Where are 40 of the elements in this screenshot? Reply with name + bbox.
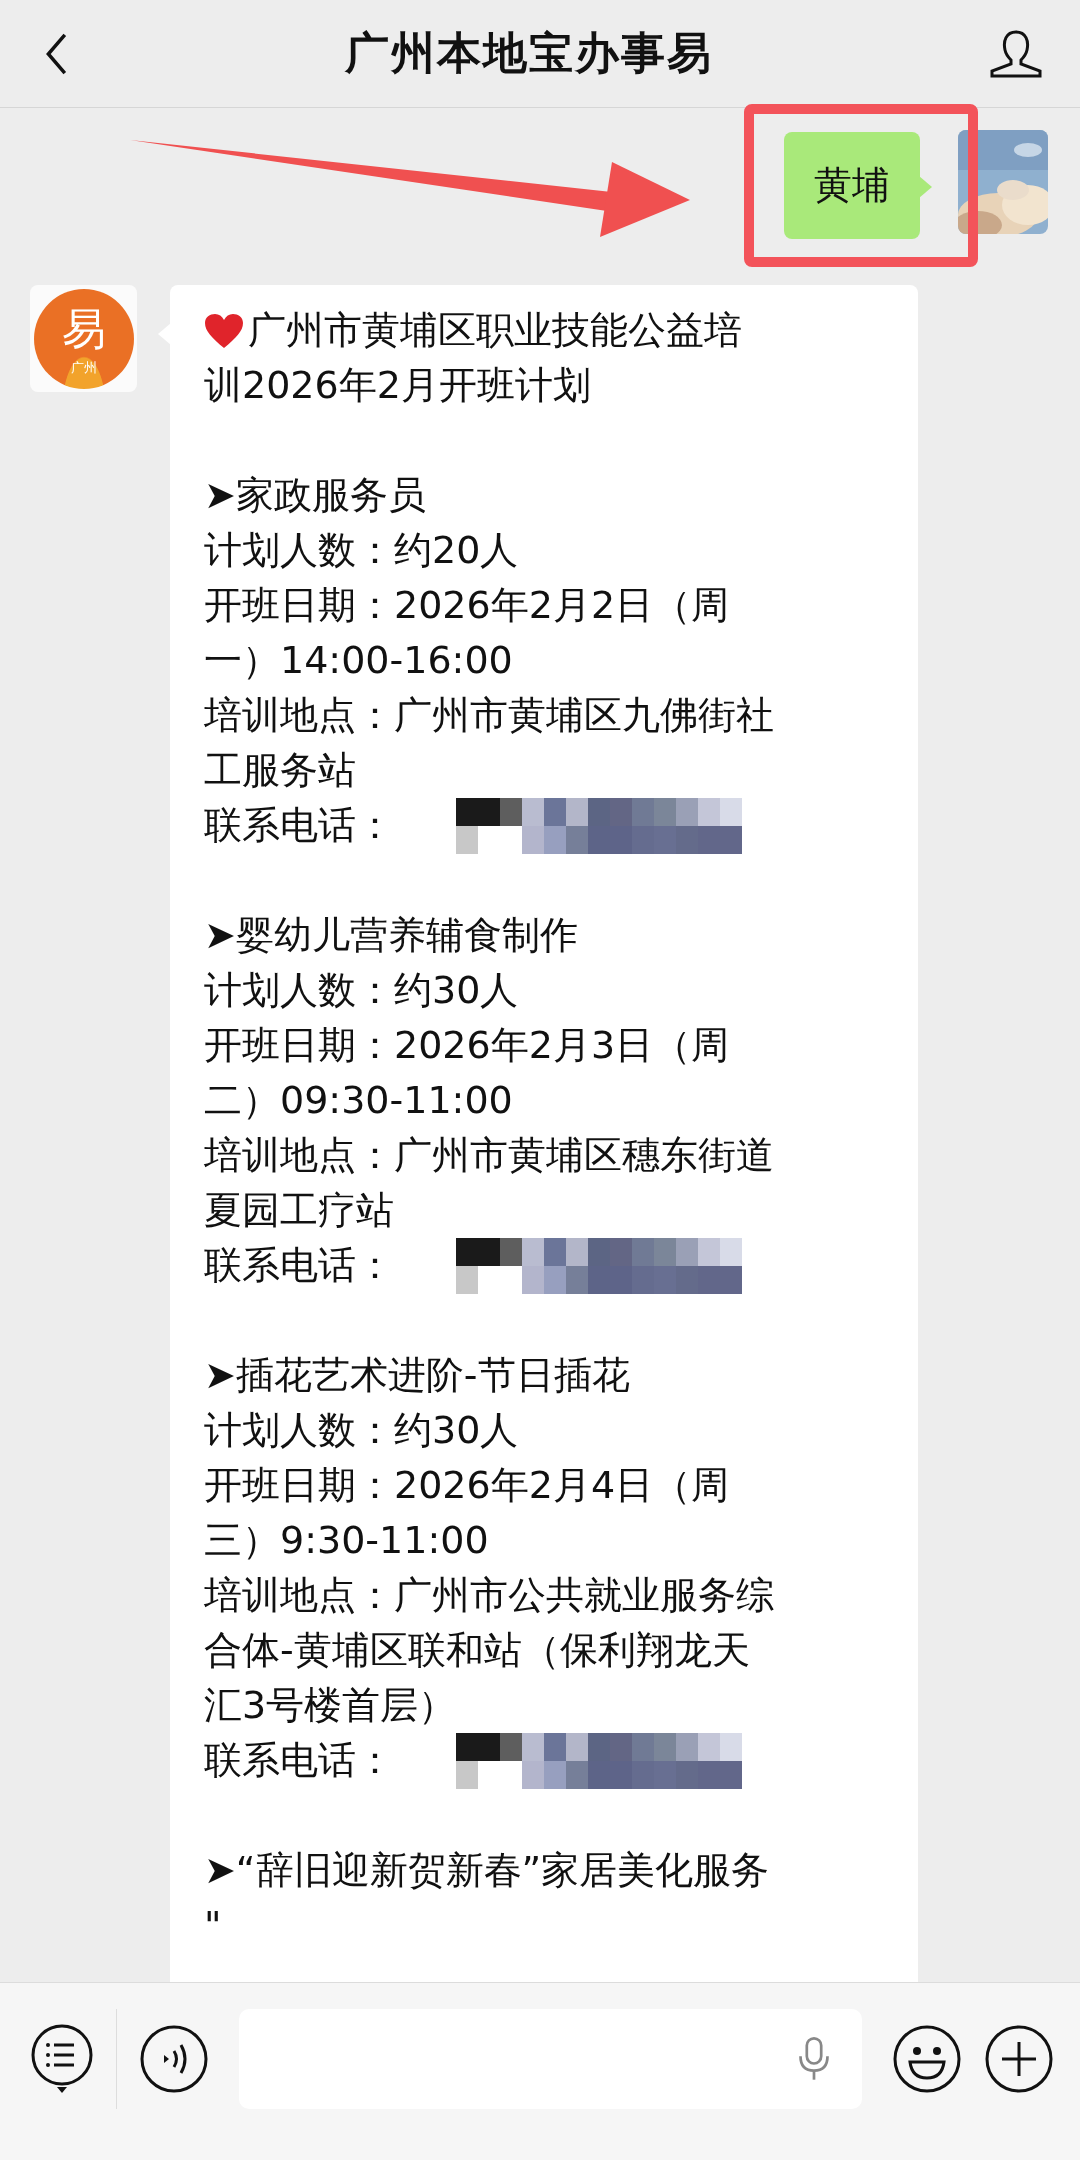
message-text: 联系电话： [204,1737,394,1784]
message-text: 培训地点：广州市公共就业服务综 [204,1572,774,1619]
logo-glyph: 易 [61,306,106,351]
message-text: 开班日期：2026年2月4日（周 [204,1462,730,1509]
message-text: " [204,1902,222,1949]
message-text: ➤插花艺术进阶-节日插花 [204,1352,630,1399]
message-text: 开班日期：2026年2月3日（周 [204,1022,730,1069]
account-avatar[interactable]: 易 广州 [30,285,137,392]
message-text: 联系电话： [204,1242,394,1289]
menu-icon[interactable] [30,2022,94,2095]
message-text: 汇3号楼首层） [204,1682,457,1729]
message-input[interactable] [239,2008,862,2109]
message-text: 三）9:30-11:00 [204,1517,489,1564]
message-text: ➤婴幼儿营养辅食制作 [204,912,578,959]
message-text: 计划人数：约30人 [204,967,519,1014]
heart-icon [204,312,244,349]
voice-icon[interactable] [139,2023,209,2094]
message-text: 二）09:30-11:00 [204,1077,513,1124]
logo-caption: 广州 [70,358,97,377]
message-text: 联系电话： [204,802,394,849]
message-text: 培训地点：广州市黄埔区穗东街道 [204,1132,774,1179]
message-bubble: 黄埔 [784,132,920,239]
microphone-icon[interactable] [796,2035,832,2082]
message-text: 训2026年2月开班计划 [204,362,591,409]
message-text: 培训地点：广州市黄埔区九佛街社 [204,692,774,739]
message-text: 一）14:00-16:00 [204,637,513,684]
message-text: 开班日期：2026年2月2日（周 [204,582,730,629]
message-text: 计划人数：约30人 [204,1407,519,1454]
message-text: ➤“辞旧迎新贺新春”家居美化服务 [204,1847,770,1894]
message-text: 工服务站 [204,747,356,794]
message-text: 计划人数：约20人 [204,527,519,574]
emoji-icon[interactable] [892,2023,962,2094]
message-text: 夏园工疗站 [204,1187,394,1234]
bubble-tail [919,176,932,198]
message-text: 合体-黄埔区联和站（保利翔龙天 [204,1627,750,1674]
message-text: ➤家政服务员 [204,472,426,519]
chat-title: 广州本地宝办事易 [345,26,713,80]
message-text: 广州市黄埔区职业技能公益培 [248,307,742,354]
profile-icon[interactable] [988,28,1044,79]
add-icon[interactable] [984,2023,1054,2094]
